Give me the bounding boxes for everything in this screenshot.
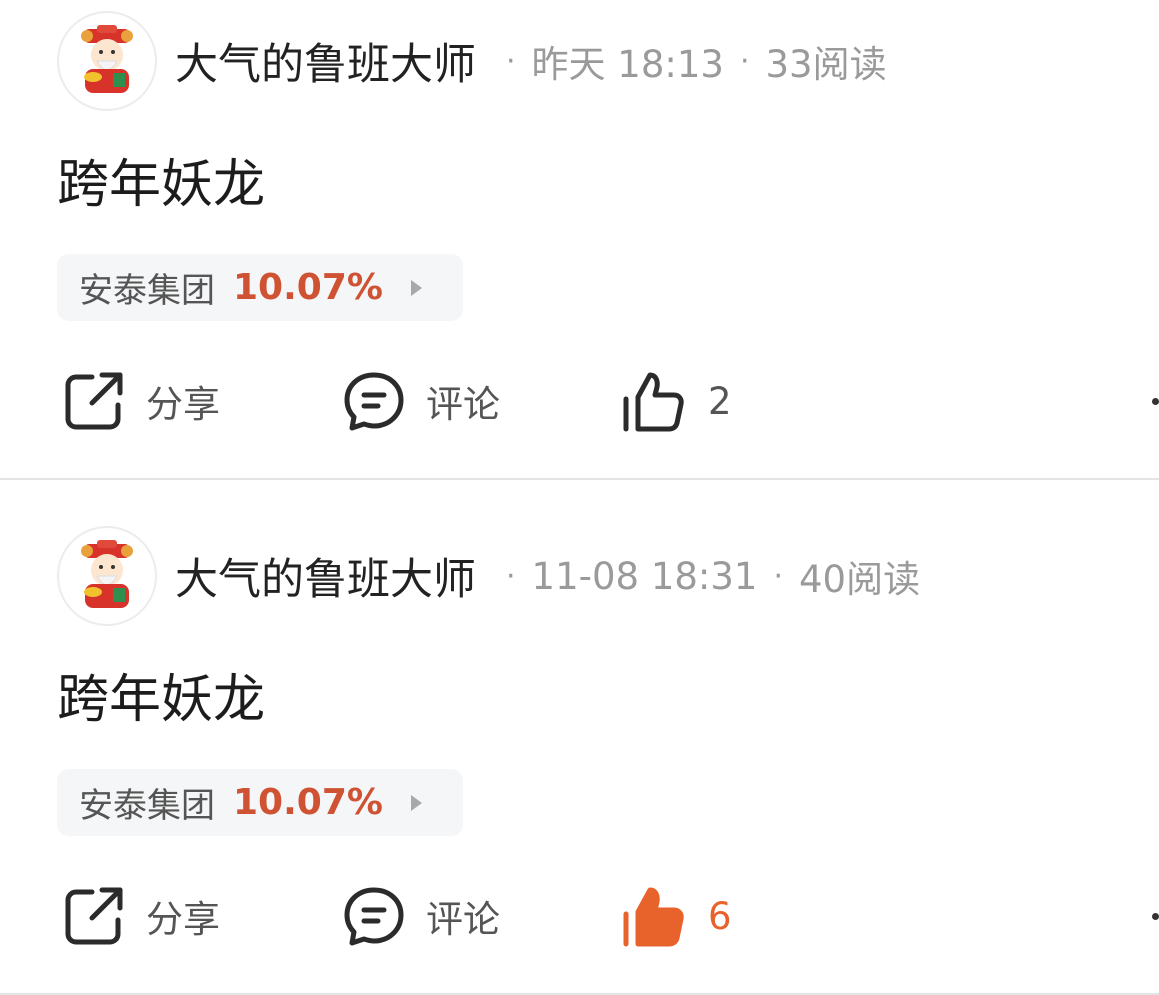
post-card[interactable]: 大气的鲁班大师 · 11-08 18:31 · 40阅读 跨年妖龙 安泰集团 1… (0, 515, 1159, 995)
share-button[interactable]: 分享 (62, 366, 220, 436)
comment-label: 评论 (426, 898, 500, 941)
post-title[interactable]: 跨年妖龙 (57, 665, 265, 735)
like-button[interactable]: 2 (622, 366, 732, 436)
more-options-icon[interactable] (1152, 398, 1159, 405)
post-meta: · 11-08 18:31 · 40阅读 (490, 549, 920, 603)
post-header: 大气的鲁班大师 · 昨天 18:13 · 33阅读 (57, 9, 887, 113)
like-button[interactable]: 6 (622, 881, 732, 951)
avatar[interactable] (57, 11, 157, 111)
read-count: 40阅读 (799, 558, 921, 601)
chevron-right-icon (410, 279, 422, 296)
stock-chip[interactable]: 安泰集团 10.07% (57, 769, 463, 836)
like-count: 2 (708, 379, 732, 423)
post-header: 大气的鲁班大师 · 11-08 18:31 · 40阅读 (57, 524, 920, 628)
post-card[interactable]: 大气的鲁班大师 · 昨天 18:13 · 33阅读 跨年妖龙 安泰集团 10.0… (0, 0, 1159, 514)
chevron-right-icon (410, 794, 422, 811)
post-time: 昨天 18:13 (531, 43, 724, 86)
stock-name: 安泰集团 (79, 271, 215, 311)
comment-icon (342, 884, 406, 948)
action-bar: 分享 评论 2 (0, 366, 1159, 436)
caishen-avatar-icon (81, 25, 133, 93)
share-button[interactable]: 分享 (62, 881, 220, 951)
post-divider (0, 478, 1159, 480)
post-feed: 大气的鲁班大师 · 昨天 18:13 · 33阅读 跨年妖龙 安泰集团 10.0… (0, 0, 1159, 995)
post-title[interactable]: 跨年妖龙 (57, 150, 265, 220)
author-name[interactable]: 大气的鲁班大师 (175, 545, 476, 607)
stock-chip[interactable]: 安泰集团 10.07% (57, 254, 463, 321)
thumbs-up-icon (622, 369, 686, 433)
avatar[interactable] (57, 526, 157, 626)
comment-icon (342, 369, 406, 433)
post-time: 11-08 18:31 (531, 554, 758, 598)
thumbs-up-icon (622, 884, 686, 948)
share-icon (62, 369, 126, 433)
comment-button[interactable]: 评论 (342, 881, 500, 951)
meta-separator: · (739, 43, 750, 79)
share-label: 分享 (146, 898, 220, 941)
meta-separator: · (506, 43, 516, 79)
stock-name: 安泰集团 (79, 786, 215, 826)
like-count: 6 (708, 894, 732, 938)
comment-button[interactable]: 评论 (342, 366, 500, 436)
stock-change: 10.07% (233, 782, 383, 823)
caishen-avatar-icon (81, 540, 133, 608)
read-count: 33阅读 (765, 43, 887, 86)
post-meta: · 昨天 18:13 · 33阅读 (490, 34, 887, 88)
share-icon (62, 884, 126, 948)
share-label: 分享 (146, 383, 220, 426)
author-name[interactable]: 大气的鲁班大师 (175, 30, 476, 92)
action-bar: 分享 评论 6 (0, 881, 1159, 951)
more-options-icon[interactable] (1152, 913, 1159, 920)
meta-separator: · (773, 558, 783, 594)
comment-label: 评论 (426, 383, 500, 426)
meta-separator: · (506, 558, 516, 594)
stock-change: 10.07% (233, 267, 383, 308)
